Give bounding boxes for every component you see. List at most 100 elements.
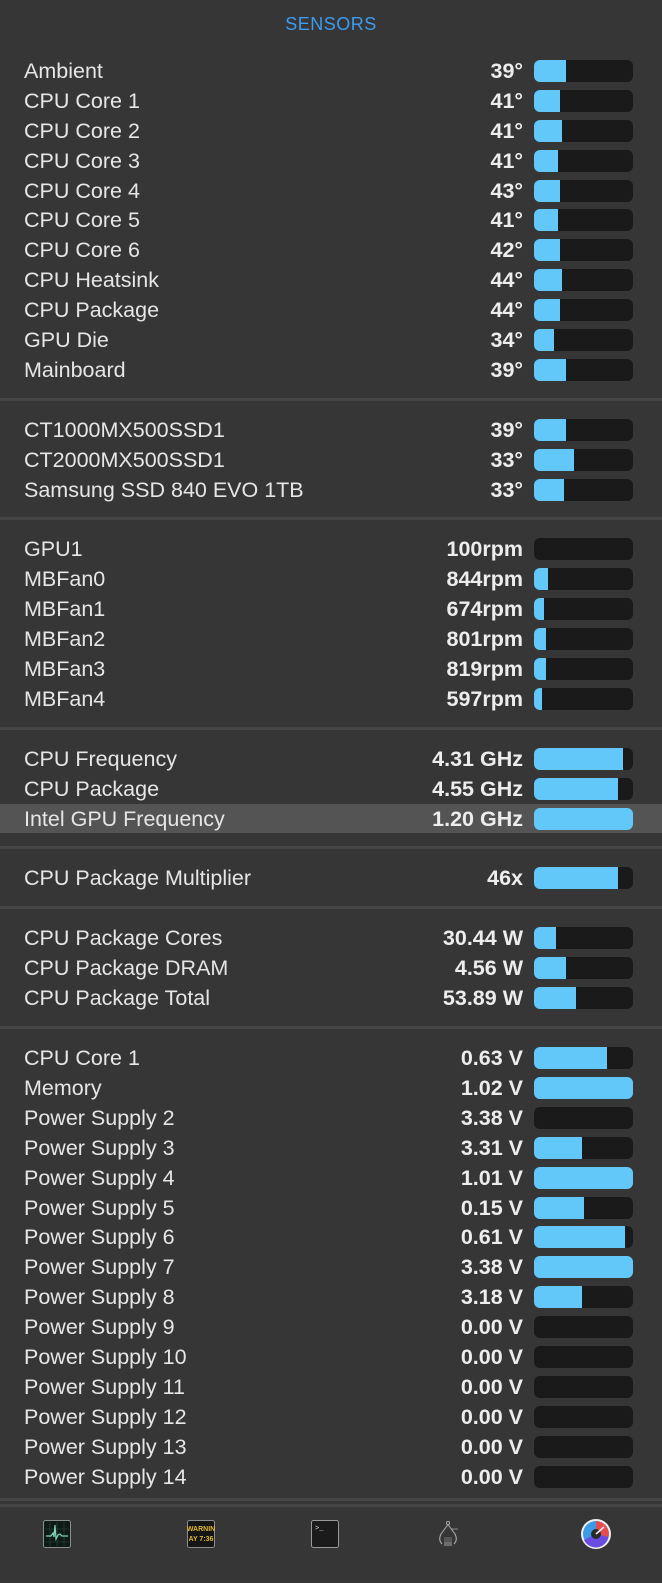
sensor-level-fill [534,119,562,142]
sensor-row[interactable]: MBFan4 597rpm [0,684,662,714]
sensor-value: 4.56 W [454,956,523,981]
sensor-row[interactable]: Power Supply 5 0.15 V [0,1193,662,1223]
sensor-label: MBFan0 [24,567,106,592]
sensor-level-fill [534,269,562,292]
sensor-row[interactable]: CPU Package 44° [0,295,662,325]
section-multiplier: CPU Package Multiplier 46x [0,849,662,910]
sensor-level-bar [534,149,633,172]
sensor-row[interactable]: Mainboard 39° [0,355,662,385]
sensor-sections: Ambient 39° CPU Core 1 41° CPU Core 2 41° CPU … [0,55,662,1508]
sensor-row[interactable]: CPU Package Total 53.89 W [0,983,662,1013]
sensor-row[interactable]: CPU Core 4 43° [0,176,662,206]
system-information-icon[interactable] [434,1520,462,1548]
section-frequencies: CPU Frequency 4.31 GHz CPU Package 4.55 GHz… [0,730,662,850]
sensor-row[interactable]: GPU Die 34° [0,325,662,355]
sensor-label: Samsung SSD 840 EVO 1TB [24,477,304,502]
sensor-row[interactable]: CPU Core 2 41° [0,116,662,146]
sensor-row[interactable]: Power Supply 2 3.38 V [0,1103,662,1133]
sensor-row[interactable]: Power Supply 13 0.00 V [0,1432,662,1462]
sensor-value: 0.61 V [460,1225,523,1250]
sensor-value: 34° [490,328,523,353]
sensor-level-fill [534,358,566,381]
sensor-row[interactable]: GPU1 100rpm [0,534,662,564]
section-temperatures: Ambient 39° CPU Core 1 41° CPU Core 2 41° CPU … [0,55,662,401]
sensor-row[interactable]: CPU Package Cores 30.44 W [0,923,662,953]
sensor-label: CPU Package Total [24,986,211,1011]
sensor-level-bar [534,1196,633,1219]
sensor-value: 53.89 W [442,986,523,1011]
sensor-value: 43° [490,178,523,203]
sensor-value: 3.38 V [460,1255,523,1280]
sensor-row[interactable]: MBFan0 844rpm [0,564,662,594]
sensor-row[interactable]: CPU Package DRAM 4.56 W [0,953,662,983]
sensor-label: CPU Package [24,776,160,801]
sensor-row[interactable]: CPU Core 6 42° [0,235,662,265]
sensor-label: CT1000MX500SSD1 [24,417,225,442]
sensor-label: Power Supply 5 [24,1195,175,1220]
sensor-label: Mainboard [24,357,126,382]
sensor-row[interactable]: CPU Core 1 41° [0,86,662,116]
sensor-value: 39° [490,59,523,83]
sensor-label: Power Supply 10 [24,1344,187,1369]
sensor-row[interactable]: Power Supply 11 0.00 V [0,1372,662,1402]
sensor-level-bar [534,209,633,232]
console-icon[interactable]: WARNIN AY 7:36 [187,1520,215,1548]
sensor-row[interactable]: Samsung SSD 840 EVO 1TB 33° [0,475,662,505]
sensor-label: Power Supply 3 [24,1135,175,1160]
sensor-level-bar [534,239,633,262]
section-voltages: CPU Core 1 0.63 V Memory 1.02 V Power Supply… [0,1029,662,1508]
sensor-level-bar [534,1375,633,1398]
sensor-row[interactable]: CPU Core 5 41° [0,205,662,235]
sensor-level-bar [534,1136,633,1159]
sensor-row[interactable]: Intel GPU Frequency 1.20 GHz [0,803,662,834]
sensor-label: CPU Core 2 [24,118,140,143]
sensor-row[interactable]: Power Supply 6 0.61 V [0,1222,662,1252]
sensor-label: Power Supply 14 [24,1464,187,1489]
sensor-row[interactable]: CT1000MX500SSD1 39° [0,415,662,445]
terminal-icon[interactable]: >_ [311,1520,339,1548]
istat-menus-icon[interactable] [580,1518,612,1550]
sensor-label: CPU Package Cores [24,926,223,951]
console-icon-line2: AY 7:36 [189,1536,214,1543]
sensor-label: CPU Core 1 [24,88,140,113]
sensor-row[interactable]: Power Supply 10 0.00 V [0,1342,662,1372]
sensor-value: 0.63 V [460,1046,523,1071]
sensor-value: 3.38 V [460,1105,523,1130]
sensor-row[interactable]: CPU Package 4.55 GHz [0,774,662,804]
sensor-row[interactable]: CPU Heatsink 44° [0,265,662,295]
sensor-row[interactable]: Power Supply 3 3.31 V [0,1133,662,1163]
sensor-row[interactable]: Power Supply 9 0.00 V [0,1312,662,1342]
sensor-level-bar [534,1106,633,1129]
sensor-row[interactable]: Power Supply 7 3.38 V [0,1252,662,1282]
sensor-row[interactable]: CPU Frequency 4.31 GHz [0,744,662,774]
sensor-row[interactable]: MBFan3 819rpm [0,654,662,684]
sensor-row[interactable]: MBFan1 674rpm [0,594,662,624]
sensor-label: Power Supply 11 [24,1374,185,1399]
sensor-level-bar [534,687,633,710]
activity-monitor-icon[interactable] [43,1520,71,1548]
sensor-level-fill [534,1136,582,1159]
sensor-row[interactable]: Power Supply 8 3.18 V [0,1282,662,1312]
sensor-value: 4.31 GHz [432,746,523,771]
sensor-value: 0.00 V [460,1315,523,1340]
sensor-value: 0.00 V [460,1464,523,1489]
sensor-row[interactable]: Power Supply 4 1.01 V [0,1163,662,1193]
sensor-row[interactable]: CT2000MX500SSD1 33° [0,445,662,475]
sensor-level-bar [534,478,633,501]
sensor-row[interactable]: Power Supply 14 0.00 V [0,1462,662,1492]
sensor-level-fill [534,568,548,591]
sensor-row[interactable]: CPU Package Multiplier 46x [0,863,662,893]
sensor-row[interactable]: MBFan2 801rpm [0,624,662,654]
sensor-row[interactable]: Power Supply 12 0.00 V [0,1402,662,1432]
sensor-level-bar [534,867,633,890]
sensor-row[interactable]: CPU Core 1 0.63 V [0,1043,662,1073]
sensor-value: 33° [490,447,523,472]
sensor-level-fill [534,209,558,232]
sensor-row[interactable]: CPU Core 3 41° [0,146,662,176]
sensor-level-fill [534,1196,584,1219]
sensor-row[interactable]: Memory 1.02 V [0,1073,662,1103]
sensor-label: GPU Die [24,328,109,353]
sensor-label: CPU Core 3 [24,148,140,173]
sensor-level-fill [534,179,560,202]
sensor-row[interactable]: Ambient 39° [0,56,662,86]
